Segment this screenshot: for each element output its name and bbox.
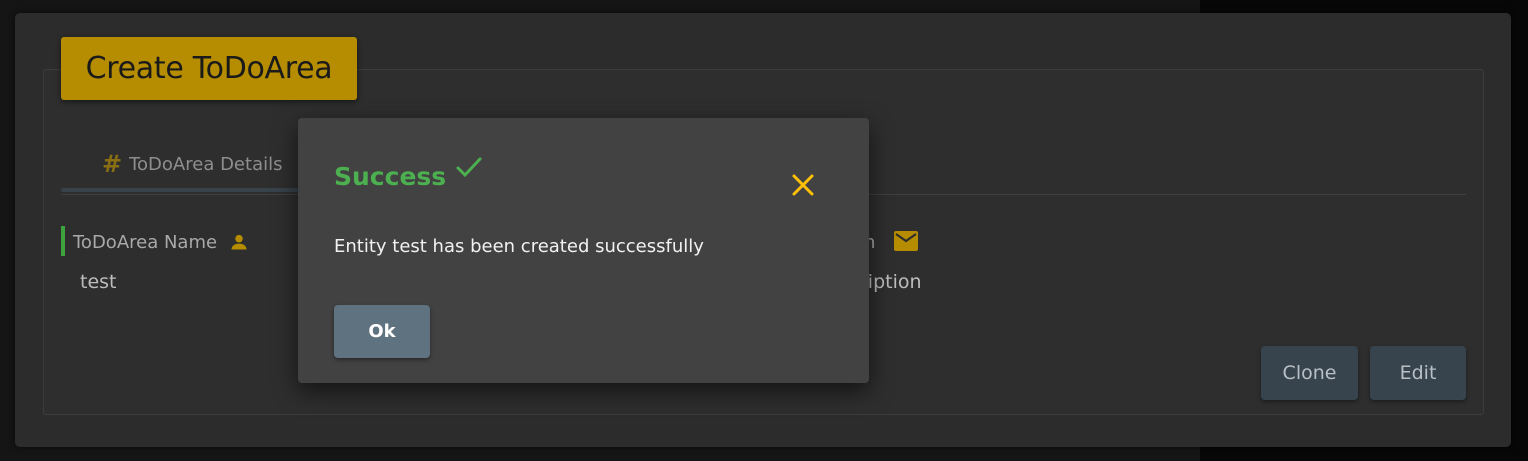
tab-active-indicator bbox=[61, 188, 301, 192]
check-icon bbox=[456, 157, 482, 178]
mail-icon bbox=[894, 231, 918, 251]
tab-label: ToDoArea Details bbox=[129, 153, 283, 175]
field-value-description: ription bbox=[860, 271, 922, 293]
dialog-message: Entity test has been created successfull… bbox=[334, 236, 704, 257]
tab-todoarea-details[interactable]: # ToDoArea Details bbox=[61, 136, 301, 192]
page-title: Create ToDoArea bbox=[85, 51, 333, 86]
edit-button[interactable]: Edit bbox=[1370, 346, 1466, 400]
page-title-badge: Create ToDoArea bbox=[61, 37, 357, 100]
dialog-title: Success bbox=[334, 157, 484, 191]
hash-icon: # bbox=[102, 150, 123, 178]
field-value-todoarea-name: test bbox=[80, 271, 117, 293]
clone-button[interactable]: Clone bbox=[1261, 346, 1358, 400]
ok-button[interactable]: Ok bbox=[334, 305, 430, 358]
field-label-todoarea-name: ToDoArea Name bbox=[73, 229, 249, 255]
dialog-title-text: Success bbox=[334, 162, 447, 191]
success-dialog: Success Entity test has been created suc… bbox=[298, 118, 869, 383]
field-indicator-bar bbox=[61, 226, 65, 256]
close-icon[interactable] bbox=[790, 172, 816, 198]
field-label-text: ToDoArea Name bbox=[73, 231, 218, 253]
person-icon bbox=[231, 234, 247, 250]
